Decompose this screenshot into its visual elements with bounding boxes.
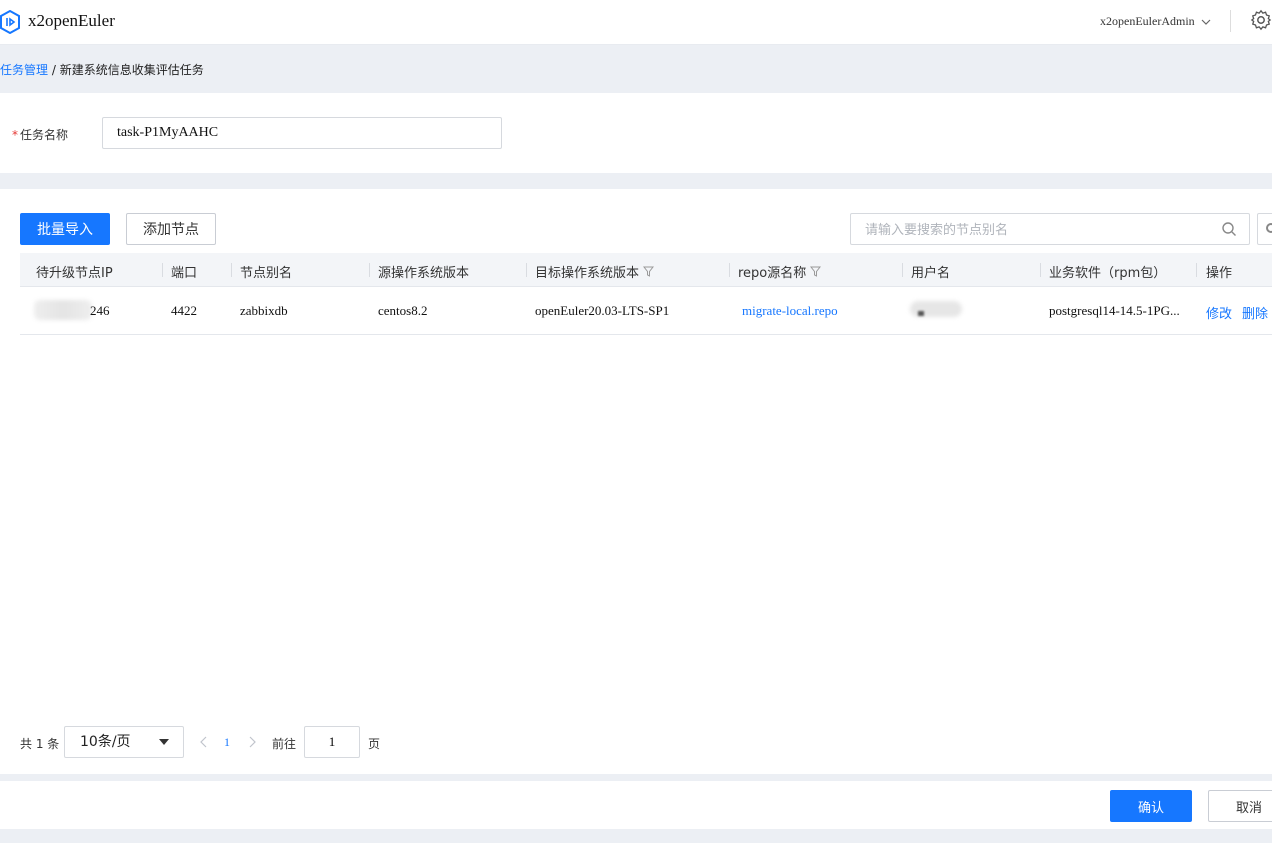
col-actions: 操作 [1206, 266, 1233, 281]
task-name-input[interactable] [102, 117, 502, 149]
required-mark: * [12, 128, 18, 142]
cancel-button[interactable]: 取消 [1208, 790, 1272, 822]
breadcrumb-band: 任务管理 / 新建系统信息收集评估任务 [0, 45, 1272, 93]
delete-link[interactable]: 删除 [1242, 303, 1268, 322]
cell-port: 4422 [171, 303, 197, 318]
col-software: 业务软件（rpm包） [1049, 266, 1167, 281]
task-name-label: * 任务名称 [12, 128, 69, 142]
cell-software: postgresql14-14.5-1PG... [1049, 303, 1180, 318]
column-divider [526, 263, 527, 277]
cell-target-os: openEuler20.03-LTS-SP1 [535, 303, 670, 318]
column-divider [231, 263, 232, 277]
column-divider [729, 263, 730, 277]
cell-alias: zabbixdb [240, 303, 288, 318]
chevron-down-icon [1201, 19, 1211, 25]
breadcrumb: 任务管理 / 新建系统信息收集评估任务 [0, 61, 204, 78]
add-node-button[interactable]: 添加节点 [126, 213, 216, 245]
goto-page-input[interactable] [304, 726, 360, 758]
hexagon-logo-icon [0, 10, 20, 34]
search-icon[interactable] [1221, 221, 1237, 237]
node-list-card: 批量导入 添加节点 待升级节点IP 端口 节点别名 源操作系统版本 目标操作系统… [0, 189, 1272, 774]
cell-ip: 246 [90, 303, 110, 318]
col-target-os: 目标操作系统版本 [535, 262, 655, 281]
gear-icon[interactable] [1250, 9, 1272, 31]
filter-icon[interactable] [810, 266, 822, 277]
page-size-select[interactable]: 10条/页 [64, 726, 184, 758]
cell-repo-link[interactable]: migrate-local.repo [742, 303, 838, 319]
col-source-os: 源操作系统版本 [378, 266, 470, 281]
breadcrumb-task-management[interactable]: 任务管理 [0, 63, 48, 77]
refresh-icon [1266, 223, 1272, 233]
chevron-right-icon[interactable] [246, 735, 258, 749]
cell-source-os: centos8.2 [378, 303, 428, 318]
col-alias: 节点别名 [240, 266, 293, 281]
column-divider [162, 263, 163, 277]
table-header: 待升级节点IP 端口 节点别名 源操作系统版本 目标操作系统版本 repo源名称… [20, 253, 1272, 287]
footer-actions: 确认 取消 [0, 781, 1272, 829]
col-repo: repo源名称 [738, 262, 822, 281]
section-gap [0, 829, 1272, 843]
user-menu[interactable]: x2openEulerAdmin [1100, 14, 1211, 29]
pagination-total: 共 1 条 [20, 737, 60, 751]
goto-label: 前往 [272, 737, 297, 751]
filter-icon[interactable] [643, 266, 655, 277]
search-input[interactable] [850, 213, 1250, 245]
chevron-left-icon[interactable] [198, 735, 210, 749]
breadcrumb-separator: / [48, 63, 60, 77]
top-bar: x2openEuler x2openEulerAdmin [0, 0, 1272, 45]
section-gap [0, 774, 1272, 781]
divider [1230, 10, 1231, 32]
col-node-ip: 待升级节点IP [36, 266, 113, 281]
user-name: x2openEulerAdmin [1100, 14, 1195, 28]
page-size-value: 10条/页 [80, 734, 131, 750]
caret-down-icon [159, 739, 169, 745]
column-divider [369, 263, 370, 277]
batch-import-button[interactable]: 批量导入 [20, 213, 110, 245]
edit-link[interactable]: 修改 [1206, 303, 1232, 322]
page-number-current[interactable]: 1 [224, 735, 230, 750]
col-port: 端口 [171, 266, 198, 281]
column-divider [902, 263, 903, 277]
col-username: 用户名 [911, 266, 951, 281]
redacted-ip [34, 300, 92, 320]
page-suffix: 页 [368, 737, 381, 751]
app-title: x2openEuler [28, 11, 115, 30]
redacted-username-mark [918, 311, 924, 316]
section-gap [0, 173, 1272, 189]
refresh-button[interactable] [1257, 213, 1272, 245]
column-divider [1196, 263, 1197, 277]
column-divider [1040, 263, 1041, 277]
confirm-button[interactable]: 确认 [1110, 790, 1192, 822]
breadcrumb-current: 新建系统信息收集评估任务 [59, 63, 204, 77]
table-row: 246 4422 zabbixdb centos8.2 openEuler20.… [20, 287, 1272, 335]
task-name-section: * 任务名称 [0, 93, 1272, 173]
